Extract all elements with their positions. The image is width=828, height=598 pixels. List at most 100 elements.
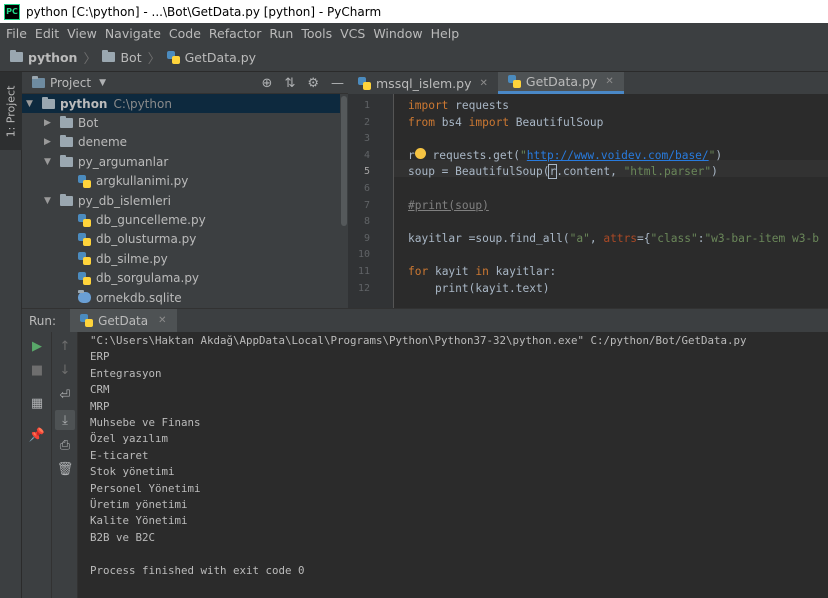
menu-window[interactable]: Window [369, 26, 426, 41]
menu-edit[interactable]: Edit [31, 26, 63, 41]
scroll-to-end-icon[interactable]: ⤓ [55, 410, 75, 430]
minimize-icon[interactable]: — [331, 76, 344, 91]
folder-icon [60, 154, 73, 167]
run-toolbar-right: ↑ ↓ ⏎ ⤓ ⎙ 🗑 [52, 332, 78, 598]
tree-item[interactable]: db_olusturma.py [22, 230, 348, 249]
code-line: r requests.get("http://www.voidev.com/ba… [408, 147, 723, 162]
line-number: 11 [357, 266, 370, 277]
tree-item[interactable]: ▶ Bot [22, 113, 348, 132]
line-number: 2 [363, 116, 370, 128]
stop-icon[interactable]: ■ [27, 360, 47, 380]
run-tab-getdata[interactable]: GetData ✕ [70, 308, 177, 333]
expanded-arrow-icon[interactable]: ▼ [26, 99, 36, 109]
console-line: E-ticaret [90, 448, 149, 462]
tree-item[interactable]: db_sorgulama.py [22, 269, 348, 288]
console-line: Üretim yönetimi [90, 498, 188, 511]
code-area[interactable]: import requests from bs4 import Beautifu… [408, 94, 828, 308]
folder-icon [42, 96, 55, 109]
tree-item-label: db_guncelleme.py [96, 213, 206, 228]
scroll-thumb[interactable] [341, 96, 347, 226]
line-gutter: 1 2 3 4 5 6 7 8 9 10 11 12 [348, 94, 394, 308]
lightbulb-icon[interactable] [414, 147, 426, 159]
tree-item[interactable]: argkullanimi.py [22, 172, 348, 191]
menu-view[interactable]: View [63, 26, 101, 41]
console-line: "C:\Users\Haktan Akdağ\AppData\Local\Pro… [90, 334, 747, 347]
tree-item[interactable]: db_guncelleme.py [22, 210, 348, 229]
project-panel-header: Project ▼ ⊕ ⇅ ⚙ — [22, 72, 348, 94]
tree-item-label: Bot [78, 116, 99, 131]
tree-item[interactable]: ornekdb.sqlite [22, 288, 348, 307]
console-line: CRM [90, 383, 110, 397]
layout-icon[interactable]: ▦ [27, 393, 47, 413]
console-line: Kalite Yönetimi [90, 514, 188, 528]
title-bar: PC python [C:\python] - ...\Bot\GetData.… [0, 0, 828, 23]
tree-item[interactable]: ▶ deneme [22, 133, 348, 152]
breadcrumb-root[interactable]: python [10, 50, 77, 65]
project-tool-tab[interactable]: 1: Project [0, 72, 22, 150]
python-file-icon [78, 213, 91, 227]
tree-item-label: ornekdb.sqlite [96, 290, 182, 305]
menu-navigate[interactable]: Navigate [101, 26, 165, 41]
tree-item-label: deneme [78, 135, 128, 150]
close-icon[interactable]: ✕ [605, 76, 613, 87]
locate-icon[interactable]: ⊕ [262, 76, 273, 91]
folder-icon [60, 193, 73, 206]
arrow-down-icon[interactable]: ↓ [55, 360, 75, 380]
run-console[interactable]: "C:\Users\Haktan Akdağ\AppData\Local\Pro… [78, 332, 828, 598]
trash-icon[interactable]: 🗑 [55, 459, 75, 479]
arrow-up-icon[interactable]: ↑ [55, 336, 75, 356]
database-icon [78, 290, 91, 304]
editor-tab[interactable]: GetData.py ✕ [497, 72, 624, 94]
expanded-arrow-icon[interactable]: ▼ [44, 196, 54, 206]
console-line: B2B ve B2C [90, 530, 156, 544]
python-file-icon [507, 75, 521, 88]
breadcrumb-folder[interactable]: Bot [102, 50, 142, 65]
project-scrollbar[interactable] [340, 94, 348, 308]
python-file-icon [78, 232, 91, 246]
chevron-down-icon[interactable]: ▼ [99, 78, 106, 88]
collapse-all-icon[interactable]: ⇅ [284, 76, 295, 91]
editor-tab-label: mssql_islem.py [376, 75, 472, 91]
python-file-icon [78, 174, 91, 188]
run-toolbar-left: ▶ ■ ▦ 📌 [22, 332, 52, 598]
breadcrumb: python 〉 Bot 〉 GetData.py [0, 43, 828, 72]
tree-item-label: py_argumanlar [78, 154, 169, 169]
menu-run[interactable]: Run [265, 26, 297, 41]
menu-help[interactable]: Help [427, 26, 464, 41]
collapsed-arrow-icon[interactable]: ▶ [44, 118, 54, 128]
pin-icon[interactable]: 📌 [27, 425, 47, 445]
gear-icon[interactable]: ⚙ [307, 76, 319, 91]
line-number: 10 [357, 249, 370, 261]
console-line: Muhsebe ve Finans [90, 416, 201, 429]
menu-file[interactable]: File [2, 26, 31, 41]
line-number: 7 [363, 199, 370, 211]
line-number: 9 [363, 232, 370, 244]
code-line: print(kayit.text) [408, 281, 550, 295]
collapsed-arrow-icon[interactable]: ▶ [44, 137, 54, 147]
menu-vcs[interactable]: VCS [336, 26, 369, 41]
print-icon[interactable]: ⎙ [55, 435, 75, 455]
menu-code[interactable]: Code [165, 26, 205, 41]
project-tree: ▼ python C:\python ▶ Bot ▶ deneme ▼ py_argumanla… [22, 94, 348, 307]
editor-tab[interactable]: mssql_islem.py ✕ [348, 72, 498, 94]
window-title: python [C:\python] - ...\Bot\GetData.py … [26, 4, 382, 19]
python-file-icon [78, 271, 91, 285]
tree-item[interactable]: ▼ py_db_islemleri [22, 191, 348, 210]
breadcrumb-file[interactable]: GetData.py [166, 50, 256, 65]
tree-item[interactable]: ▼ python C:\python [22, 94, 348, 114]
editor-tabs: mssql_islem.py ✕ GetData.py ✕ [348, 72, 828, 94]
tree-item[interactable]: db_silme.py [22, 249, 348, 268]
folder-icon [102, 50, 116, 62]
code-line: #print(soup) [408, 198, 489, 212]
menu-tools[interactable]: Tools [297, 26, 336, 41]
console-line: Process finished with exit code 0 [90, 563, 305, 577]
expanded-arrow-icon[interactable]: ▼ [44, 157, 54, 167]
tree-item[interactable]: ▼ py_argumanlar [22, 152, 348, 171]
rerun-icon[interactable]: ▶ [27, 336, 47, 356]
close-icon[interactable]: ✕ [158, 315, 166, 326]
menu-refactor[interactable]: Refactor [205, 26, 265, 41]
project-view-selector[interactable]: Project [50, 76, 91, 90]
line-number: 8 [363, 216, 370, 228]
soft-wrap-icon[interactable]: ⏎ [55, 385, 75, 405]
close-icon[interactable]: ✕ [480, 78, 488, 89]
